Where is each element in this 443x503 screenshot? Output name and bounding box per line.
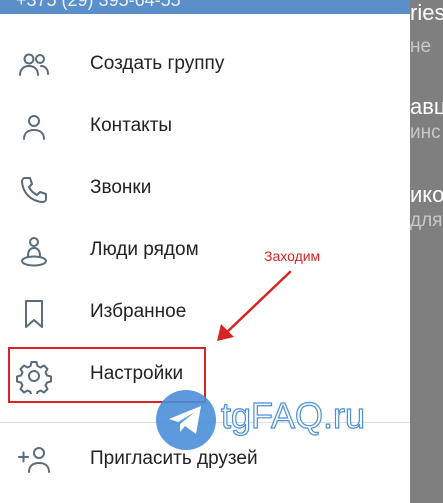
telegram-logo-icon: [156, 390, 216, 450]
watermark-text: tgFAQ.ru: [220, 394, 366, 436]
watermark: tgFAQ.ru: [155, 389, 400, 451]
